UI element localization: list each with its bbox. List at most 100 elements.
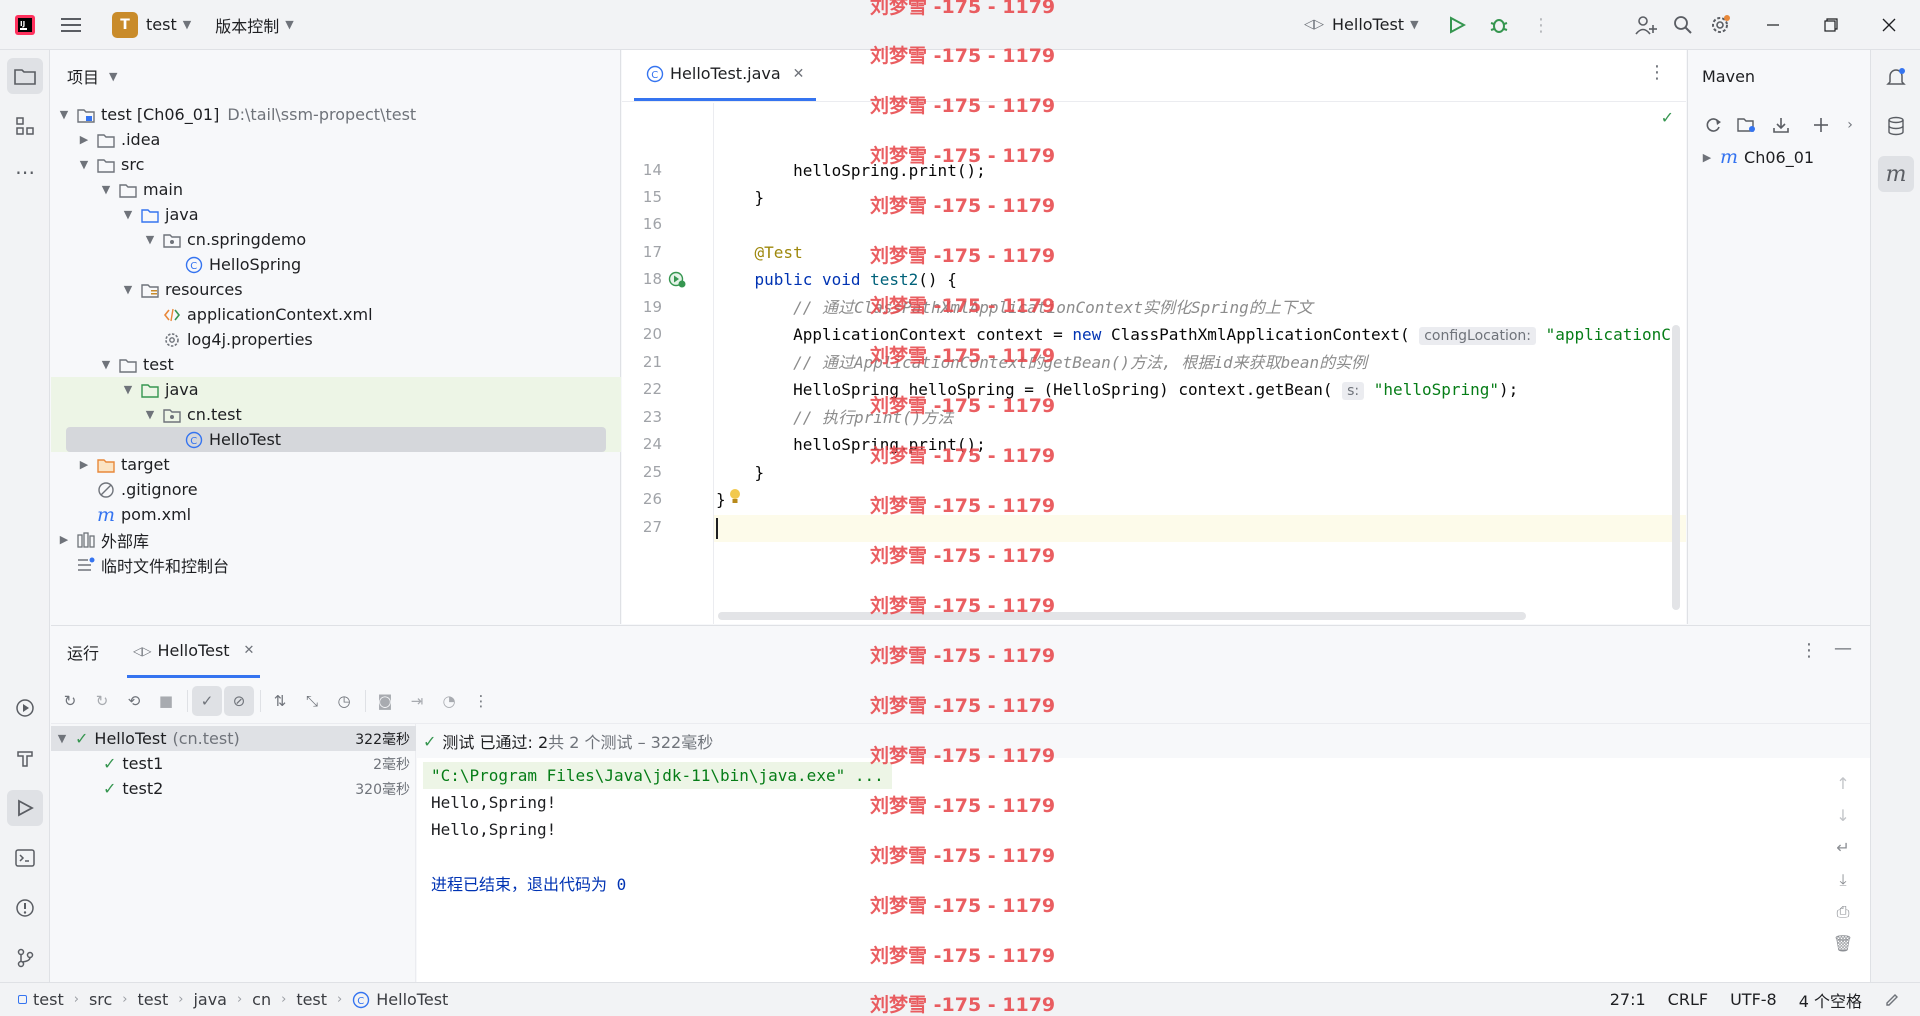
code-line-24[interactable]: helloSpring.print(); [716,431,986,458]
editor-options-icon[interactable]: ⋮ [1648,62,1666,83]
caret-position[interactable]: 27:1 [1610,990,1646,1009]
project-tool-icon[interactable] [7,58,43,94]
app-logo[interactable]: IJ [0,14,50,36]
line-separator[interactable]: CRLF [1668,990,1708,1009]
code-line-21[interactable]: // 通过ApplicationContext的getBean()方法, 根据i… [716,349,1367,376]
breadcrumb-item[interactable]: java [193,990,227,1009]
run-test-gutter-icon[interactable] [668,270,686,292]
code-line-23[interactable]: // 执行print()方法 [716,404,953,431]
add-maven-project-icon[interactable] [1732,110,1762,140]
project-panel-header[interactable]: 项目 ▼ [51,50,620,102]
search-icon[interactable] [1668,10,1698,40]
rerun-failed-icon[interactable]: ↻ [87,686,117,716]
toggle-auto-test-icon[interactable]: ⟲ [119,686,149,716]
coverage-icon[interactable]: ◔ [434,686,464,716]
settings-gear-icon[interactable] [1705,10,1735,40]
scroll-down-icon[interactable]: ↓ [1836,806,1849,832]
close-tab-icon[interactable]: ✕ [244,643,255,658]
tree-item-module-root[interactable]: ▼ test [Ch06_01] D:\tail\ssm-propect\tes… [51,102,621,127]
run-options-icon[interactable]: ⋮ [1800,640,1818,661]
database-icon[interactable] [1878,108,1914,144]
reload-icon[interactable] [1698,110,1728,140]
indent-setting[interactable]: 4 个空格 [1799,988,1862,1012]
breadcrumb-item[interactable]: cn [252,990,271,1009]
show-passed-icon[interactable]: ✓ [192,685,222,716]
run-icon[interactable] [1442,10,1472,40]
terminal-tool-icon[interactable] [7,840,43,876]
code-line-17[interactable]: @Test [716,239,803,266]
screenshot-icon[interactable]: ◙ [370,686,400,716]
vertical-scrollbar[interactable] [1672,325,1680,610]
clear-console-icon[interactable]: 🗑 [1833,934,1853,960]
tree-item-test[interactable]: ▼ test [51,352,621,377]
tree-item-scratches[interactable]: 临时文件和控制台 [51,552,621,577]
breadcrumb-item[interactable]: src [89,990,112,1009]
run-config-selector[interactable]: ◁▷ HelloTest ▼ [1296,8,1427,42]
main-menu-icon[interactable] [56,10,86,40]
breadcrumb-item[interactable]: test [33,990,64,1009]
tree-item-pom-xml[interactable]: m pom.xml [51,502,621,527]
tree-item-resources[interactable]: ▼ resources [51,277,621,302]
git-tool-icon[interactable] [7,940,43,976]
tree-item-src[interactable]: ▼ src [51,152,621,177]
services-tool-icon[interactable] [7,690,43,726]
tab-run-hellotest[interactable]: ◁▷ HelloTest ✕ [127,626,261,678]
no-problems-check-icon[interactable]: ✓ [1661,108,1674,127]
code-line-18[interactable]: public void test2() { [716,266,957,293]
build-tool-icon[interactable] [7,740,43,776]
more-actions-icon[interactable]: ⋮ [1526,10,1556,40]
history-icon[interactable]: ◷ [329,686,359,716]
stop-icon[interactable]: ■ [151,686,181,716]
file-encoding[interactable]: UTF-8 [1730,990,1777,1009]
problems-tool-icon[interactable] [7,890,43,926]
close-window-icon[interactable] [1874,10,1904,40]
close-tab-icon[interactable]: ✕ [793,66,805,82]
restore-icon[interactable] [1816,10,1846,40]
tree-item-external-libraries[interactable]: ▶ 外部库 [51,527,621,552]
download-icon[interactable] [1766,110,1796,140]
tree-item-applicationcontext-xml[interactable]: applicationContext.xml [51,302,621,327]
project-selector[interactable]: T test ▼ [104,8,199,42]
tree-item-cn-test[interactable]: ▼ cn.test [51,402,621,427]
show-ignored-icon[interactable]: ⊘ [224,685,254,716]
code-line-22[interactable]: HelloSpring helloSpring = (HelloSpring) … [716,376,1518,403]
tree-item-hellospring[interactable]: C HelloSpring [51,252,621,277]
more-tools-icon[interactable]: ⋯ [7,154,43,190]
code-line-26[interactable]: } [716,486,726,513]
code-line-25[interactable]: } [716,459,765,486]
plus-icon[interactable] [1806,110,1836,140]
intention-bulb-icon[interactable] [728,488,742,510]
breadcrumb-item[interactable]: test [138,990,169,1009]
vcs-menu[interactable]: 版本控制 ▼ [207,8,301,42]
read-only-lock-icon[interactable] [1884,990,1900,1010]
tree-item-target[interactable]: ▶ target [51,452,621,477]
scroll-to-end-icon[interactable]: ⤓ [1839,870,1846,896]
sort-icon[interactable]: ⇅ [265,686,295,716]
debug-icon[interactable] [1484,10,1514,40]
print-icon[interactable]: ⎙ [1837,902,1850,928]
tree-item-cn-springdemo[interactable]: ▼ cn.springdemo [51,227,621,252]
minimize-panel-icon[interactable]: — [1834,638,1852,659]
structure-tool-icon[interactable] [7,108,43,144]
notifications-bell-icon[interactable] [1878,60,1914,96]
code-line-19[interactable]: // 通过ClassPathXmlApplicationContext实例化Sp… [716,294,1313,321]
maven-tool-icon[interactable]: m [1878,156,1914,192]
collapse-all-icon[interactable]: ⤡ [297,686,327,716]
minimize-icon[interactable] [1758,10,1788,40]
console-output[interactable]: ✓ 测试 已通过: 2 共 2 个测试 – 322毫秒 "C:\Program … [417,724,1870,983]
import-tests-icon[interactable]: ⇥ [402,686,432,716]
tree-item-idea[interactable]: ▶ .idea [51,127,621,152]
tree-item-gitignore[interactable]: .gitignore [51,477,621,502]
tree-item-main[interactable]: ▼ main [51,177,621,202]
horizontal-scrollbar[interactable] [718,612,1526,620]
add-user-icon[interactable] [1631,10,1661,40]
code-line-14[interactable]: helloSpring.print(); [716,157,986,184]
maven-project-item[interactable]: ▶ m Ch06_01 [1700,146,1814,168]
chevron-right-icon[interactable]: › [1840,110,1860,140]
tree-item-test-java[interactable]: ▼ java [51,377,621,402]
tree-item-main-java[interactable]: ▼ java [51,202,621,227]
soft-wrap-icon[interactable]: ↵ [1836,838,1849,864]
test-row-test1[interactable]: ✓ test1 2毫秒 [51,751,416,776]
test-row-test2[interactable]: ✓ test2 320毫秒 [51,776,416,801]
more-run-actions-icon[interactable]: ⋮ [466,686,496,716]
